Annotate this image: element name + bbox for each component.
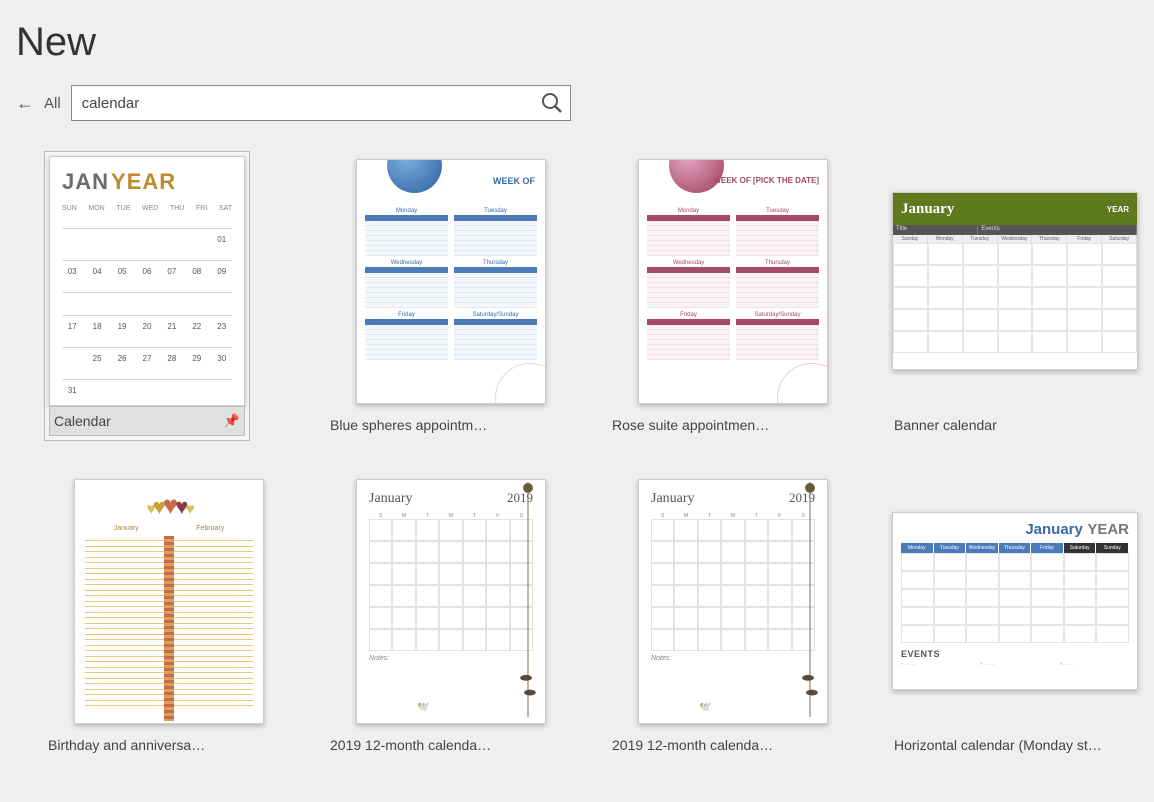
bird-icon: 🕊️ [699,702,711,713]
search-input[interactable] [82,95,540,112]
template-item-2019-b[interactable]: January 2019 SMTWTFS Notes: 🕊️ 2019 12-m… [608,471,878,759]
template-thumb: WEEK OF [PICK THE DATE] MondayTuesdayWed… [638,159,828,404]
thumb-col-jan: January [114,525,139,532]
template-thumb: January 2019 SMTWTFS Notes: 🕊️ [638,479,828,724]
template-item-birthday[interactable]: ♥♥♥♥♥ January February Birthday and anni… [44,471,314,759]
sphere-icon [387,159,442,193]
thumb-month: January [901,201,954,218]
corner-sphere-icon [495,363,546,404]
search-box[interactable] [71,85,571,121]
template-item-rose-suite[interactable]: WEEK OF [PICK THE DATE] MondayTuesdayWed… [608,151,878,441]
thumb-month: January [1025,521,1083,538]
thumb-month: January [369,491,413,507]
template-thumb: JAN YEAR SUNMONTUEWEDTHUFRISAT 010304050… [49,156,245,406]
template-thumb: January 2019 SMTWTFS Notes: 🕊️ [356,479,546,724]
thumb-events: EVENTS [901,649,1129,659]
thumb-weekof: WEEK OF [493,176,535,186]
thumb-year-text: YEAR [111,169,176,195]
template-caption: Calendar [54,413,224,429]
center-strip-icon [164,536,174,721]
bird-icon: 🕊️ [417,702,429,713]
template-thumb: ♥♥♥♥♥ January February [74,479,264,724]
thumb-month: January [651,491,695,507]
template-item-2019-a[interactable]: January 2019 SMTWTFS Notes: 🕊️ 2019 12-m… [326,471,596,759]
template-item-banner-calendar[interactable]: January YEAR Title Events SundayMondayTu… [890,151,1154,441]
thumb-col-feb: February [196,525,224,532]
thumb-sub-title: Title [893,225,978,235]
template-caption: 2019 12-month calenda… [330,737,532,753]
template-caption: 2019 12-month calenda… [612,737,814,753]
thumb-weekof: WEEK OF [PICK THE DATE] [713,176,819,185]
page-title: New [0,0,1154,85]
back-all-label[interactable]: All [44,95,61,112]
template-item-blue-spheres[interactable]: WEEK OF MondayTuesdayWednesdayThursdayFr… [326,151,596,441]
template-caption: Rose suite appointmen… [612,417,814,433]
template-item-horizontal[interactable]: January YEAR MondayTuesdayWednesdayThurs… [890,471,1154,759]
template-thumb: January YEAR Title Events SundayMondayTu… [892,192,1138,370]
template-caption: Banner calendar [894,417,1096,433]
thumb-notes: Notes: [369,655,533,662]
thumb-jan-text: JAN [62,169,109,195]
thumb-year: YEAR [1107,205,1129,214]
thumb-notes: Notes: [651,655,815,662]
hearts-icon: ♥♥♥♥♥ [85,490,253,521]
template-thumb: WEEK OF MondayTuesdayWednesdayThursdayFr… [356,159,546,404]
thumb-sub-events: Events [978,225,1137,235]
template-caption: Horizontal calendar (Monday st… [894,737,1132,753]
search-icon[interactable] [540,91,564,115]
search-row: ← All [0,85,1154,121]
template-caption: Blue spheres appointm… [330,417,532,433]
template-caption: Birthday and anniversa… [48,737,250,753]
pin-icon[interactable]: 📌 [224,413,240,429]
flower-stalk-icon [517,482,539,717]
template-item-calendar[interactable]: JAN YEAR SUNMONTUEWEDTHUFRISAT 010304050… [44,151,314,441]
thumb-year: YEAR [1087,521,1129,538]
flower-stalk-icon [799,482,821,717]
template-thumb: January YEAR MondayTuesdayWednesdayThurs… [892,512,1138,690]
template-grid: JAN YEAR SUNMONTUEWEDTHUFRISAT 010304050… [0,151,1154,759]
corner-sphere-icon [777,363,828,404]
back-arrow-icon[interactable]: ← [16,93,34,114]
